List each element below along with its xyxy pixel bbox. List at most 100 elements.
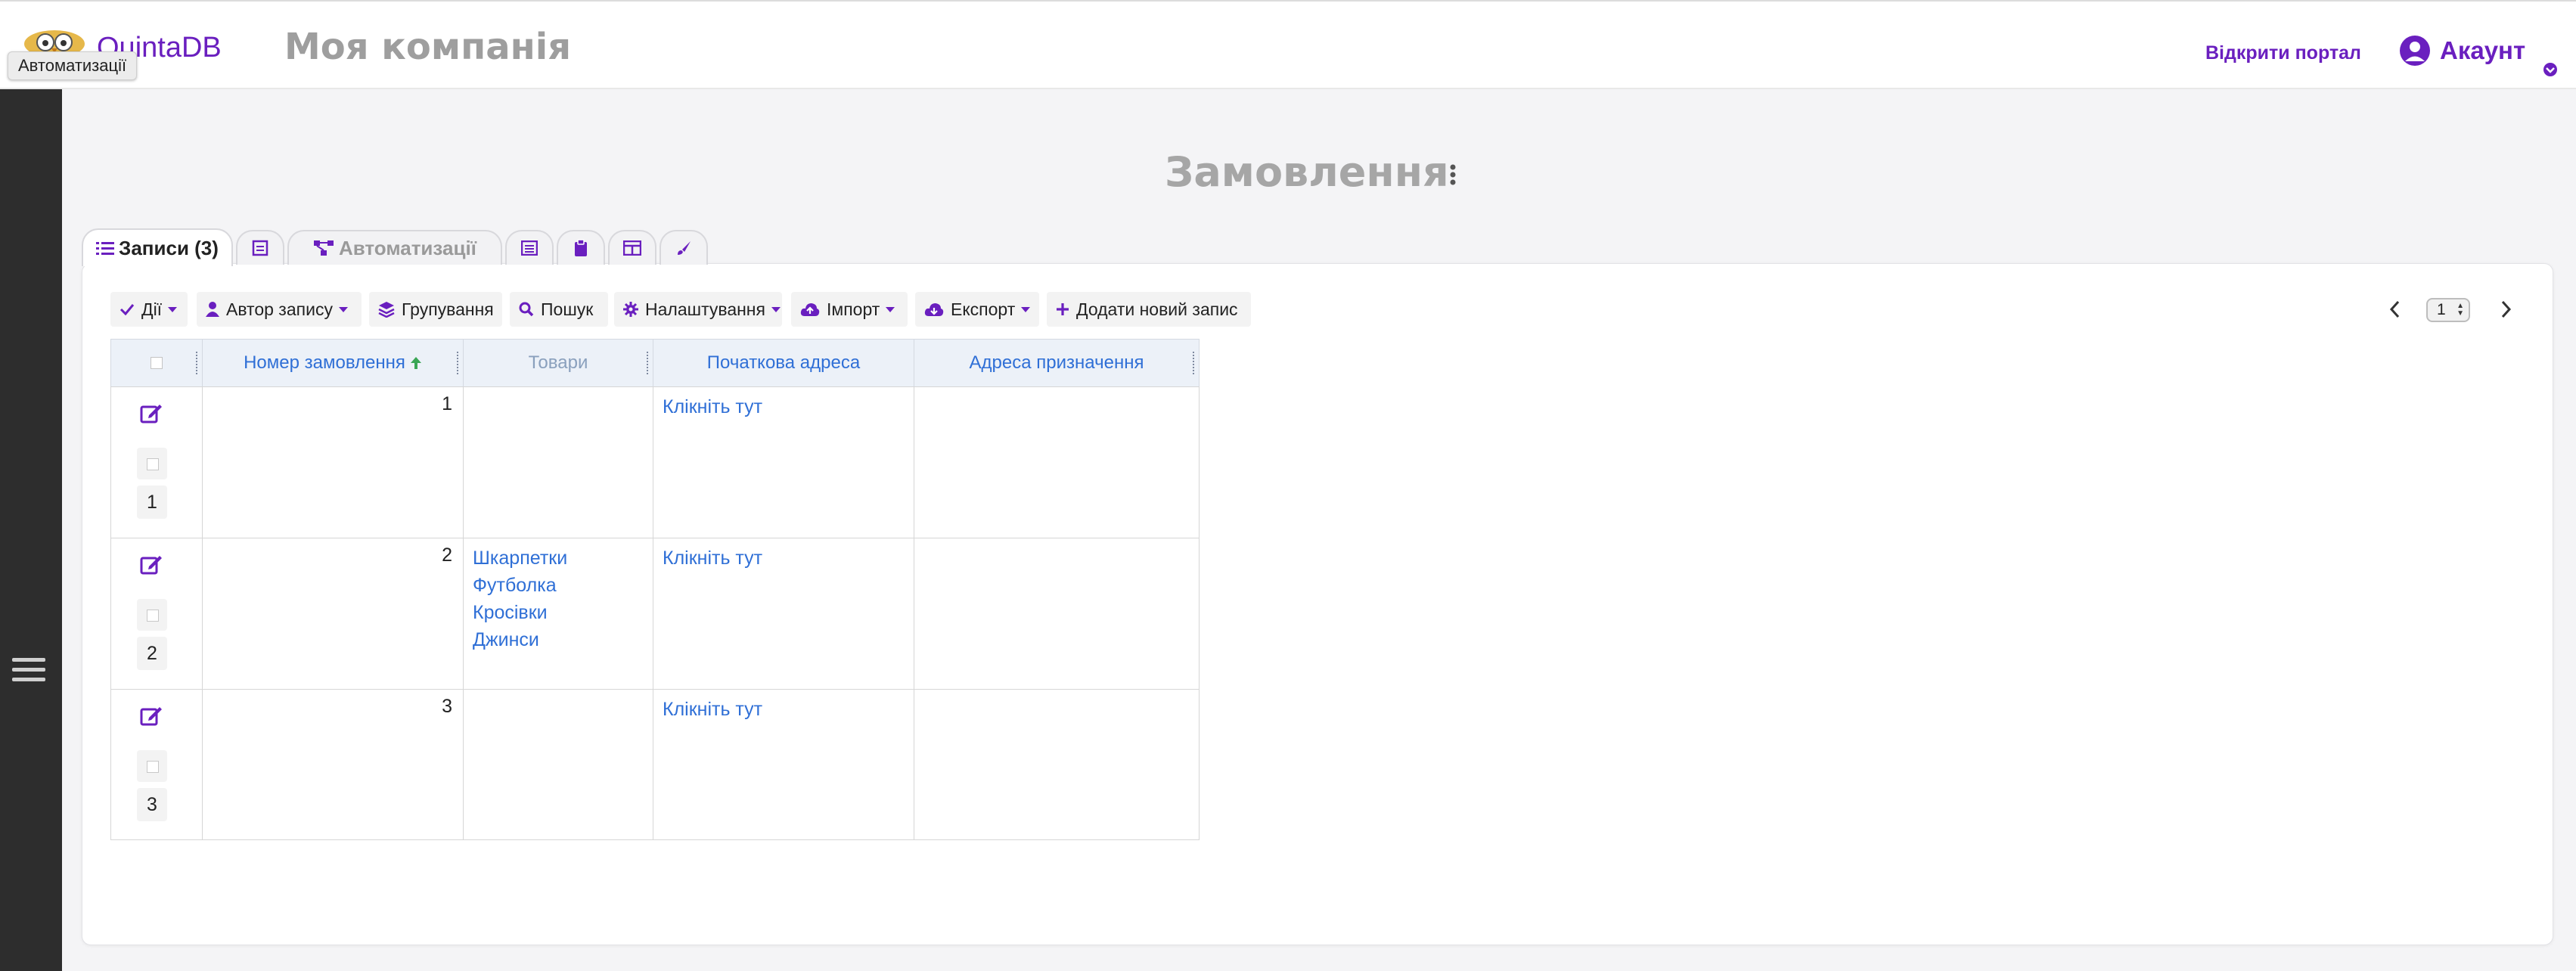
account-label: Акаунт xyxy=(2440,36,2526,64)
column-header-label: Адреса призначення xyxy=(969,352,1144,373)
export-label: Експорт xyxy=(951,299,1016,319)
page-number: 1 xyxy=(2437,301,2446,318)
edit-icon[interactable] xyxy=(140,554,163,575)
tab-form[interactable] xyxy=(236,230,284,265)
grouping-label: Групування xyxy=(402,299,494,319)
layers-icon xyxy=(378,302,395,318)
row-index: 1 xyxy=(137,486,167,519)
records-table: Номер замовлення Товари Початкова адреса… xyxy=(110,339,1200,840)
column-header-order-number[interactable]: Номер замовлення xyxy=(202,339,464,387)
tab-table[interactable] xyxy=(505,230,554,265)
click-here-link[interactable]: Клікніть тут xyxy=(663,396,762,417)
settings-label: Налаштування xyxy=(645,299,765,319)
cloud-upload-icon xyxy=(800,303,820,316)
chevron-right-icon[interactable] xyxy=(2497,299,2514,319)
cell-order-number[interactable]: 3 xyxy=(202,689,464,840)
tab-automations[interactable]: Автоматизації xyxy=(287,230,502,265)
tab-clipboard[interactable] xyxy=(557,230,605,265)
plus-icon xyxy=(1057,303,1069,315)
tab-design[interactable] xyxy=(660,230,708,265)
cell-order-number[interactable]: 2 xyxy=(202,538,464,690)
row-checkbox[interactable] xyxy=(137,448,167,479)
account-menu[interactable]: Акаунт xyxy=(2399,35,2525,67)
tab-records[interactable]: Записи (3) xyxy=(82,228,233,266)
hamburger-menu-icon[interactable] xyxy=(12,658,45,687)
brush-icon xyxy=(678,241,691,255)
top-bar: QuintaDB Моя компанія Відкрити портал Ак… xyxy=(0,0,2576,89)
row-index: 3 xyxy=(137,788,167,821)
cell-destination[interactable] xyxy=(914,689,1200,840)
user-avatar-icon xyxy=(2400,36,2430,66)
search-icon xyxy=(519,302,534,317)
column-header-label: Номер замовлення xyxy=(244,352,405,373)
search-label: Пошук xyxy=(541,299,594,319)
column-header-destination[interactable]: Адреса призначення xyxy=(914,339,1200,387)
check-icon xyxy=(119,304,135,315)
page-title: Замовлення xyxy=(1165,148,1449,196)
grouping-button[interactable]: Групування xyxy=(369,292,502,327)
tab-automations-label: Автоматизації xyxy=(339,236,476,259)
company-name: Моя компанія xyxy=(284,26,572,68)
actions-label: Дії xyxy=(141,299,163,319)
spinner-icon: ▲ ▼ xyxy=(2457,302,2464,318)
row-checkbox[interactable] xyxy=(137,750,167,782)
column-header-label: Початкова адреса xyxy=(706,352,861,373)
cell-destination[interactable] xyxy=(914,386,1200,538)
cloud-download-icon xyxy=(924,303,944,316)
import-label: Імпорт xyxy=(827,299,880,319)
item-link[interactable]: Футболка xyxy=(473,572,653,599)
actions-dropdown[interactable]: Дії xyxy=(110,292,188,327)
gear-icon xyxy=(623,302,638,317)
open-portal-link[interactable]: Відкрити портал xyxy=(2205,42,2361,64)
table-icon xyxy=(521,240,538,256)
left-sidebar xyxy=(0,89,62,971)
tab-records-label: Записи (3) xyxy=(119,236,219,259)
row-controls: 2 xyxy=(110,538,203,690)
row-controls: 3 xyxy=(110,689,203,840)
page-select[interactable]: 1 ▲ ▼ xyxy=(2426,298,2470,322)
search-button[interactable]: Пошук xyxy=(510,292,608,327)
more-options-icon[interactable] xyxy=(1449,163,1457,186)
export-dropdown[interactable]: Експорт xyxy=(915,292,1039,327)
click-here-link[interactable]: Клікніть тут xyxy=(663,699,762,720)
edit-icon[interactable] xyxy=(140,705,163,726)
edit-icon[interactable] xyxy=(140,402,163,423)
cell-start-address[interactable]: Клікніть тут xyxy=(653,386,914,538)
column-header-items[interactable]: Товари xyxy=(463,339,653,387)
chevron-down-icon[interactable] xyxy=(2543,62,2558,77)
cell-items[interactable]: Шкарпетки Футболка Кросівки Джинси xyxy=(463,538,653,690)
record-author-label: Автор запису xyxy=(226,299,333,319)
add-record-label: Додати новий запис xyxy=(1076,299,1238,319)
select-all-checkbox[interactable] xyxy=(151,357,163,369)
tab-layout[interactable] xyxy=(608,230,656,265)
row-checkbox[interactable] xyxy=(137,599,167,631)
item-link[interactable]: Шкарпетки xyxy=(473,544,653,572)
user-icon xyxy=(206,302,219,317)
row-controls: 1 xyxy=(110,386,203,538)
cell-start-address[interactable]: Клікніть тут xyxy=(653,538,914,690)
select-all-header[interactable] xyxy=(110,339,203,387)
chevron-left-icon[interactable] xyxy=(2387,299,2404,319)
click-here-link[interactable]: Клікніть тут xyxy=(663,548,762,569)
cell-items[interactable] xyxy=(463,386,653,538)
cell-items[interactable] xyxy=(463,689,653,840)
column-header-start-address[interactable]: Початкова адреса xyxy=(653,339,914,387)
row-index: 2 xyxy=(137,637,167,670)
import-dropdown[interactable]: Імпорт xyxy=(791,292,908,327)
cell-start-address[interactable]: Клікніть тут xyxy=(653,689,914,840)
form-icon xyxy=(252,240,268,256)
add-record-button[interactable]: Додати новий запис xyxy=(1047,292,1251,327)
tooltip: Автоматизації xyxy=(8,51,138,80)
sort-asc-icon xyxy=(410,357,421,369)
record-author-dropdown[interactable]: Автор запису xyxy=(197,292,362,327)
item-link[interactable]: Джинси xyxy=(473,626,653,653)
column-header-label: Товари xyxy=(528,352,588,373)
layout-icon xyxy=(623,240,641,256)
automation-icon xyxy=(314,240,334,256)
clipboard-icon xyxy=(575,239,587,256)
cell-order-number[interactable]: 1 xyxy=(202,386,464,538)
item-link[interactable]: Кросівки xyxy=(473,599,653,626)
list-icon xyxy=(96,242,115,255)
settings-dropdown[interactable]: Налаштування xyxy=(614,292,782,327)
cell-destination[interactable] xyxy=(914,538,1200,690)
